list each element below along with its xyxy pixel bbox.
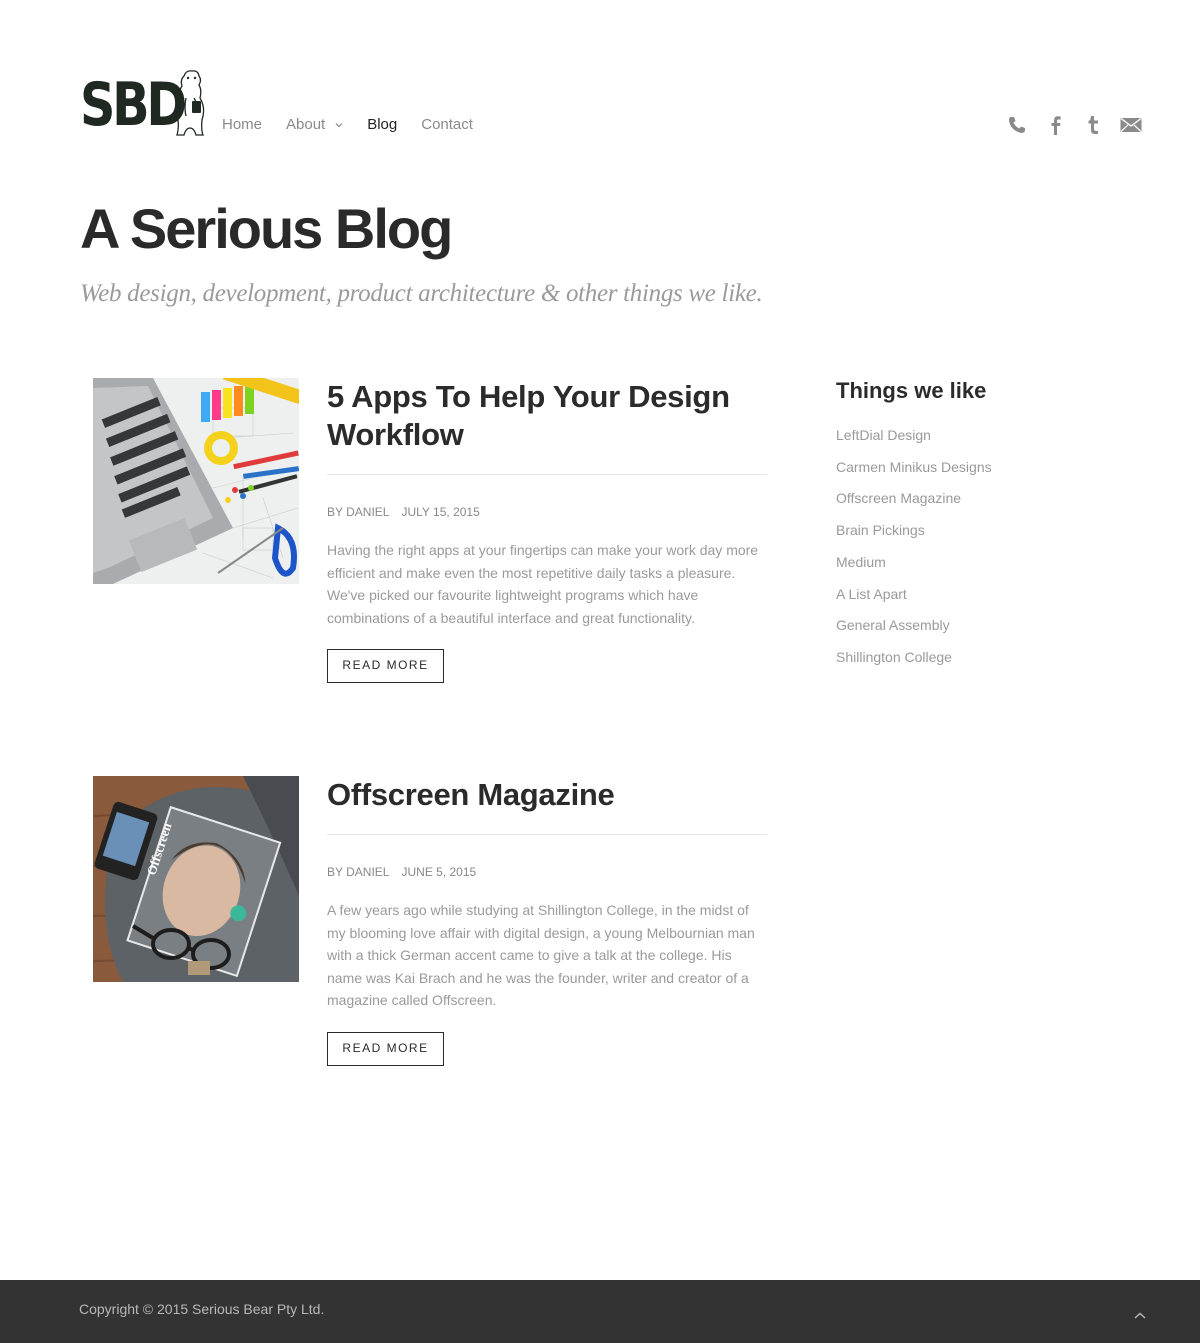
phone-icon[interactable]	[1006, 114, 1028, 136]
magazine-photo-image: Offscreen	[93, 776, 299, 982]
chevron-up-icon[interactable]	[1132, 1310, 1148, 1322]
sidebar-link[interactable]: Shillington College	[836, 642, 1086, 674]
site-logo[interactable]: SBD	[80, 68, 210, 138]
post-thumbnail[interactable]	[93, 378, 299, 584]
sidebar-link[interactable]: Medium	[836, 547, 1086, 579]
logo-text: SBD	[80, 70, 187, 140]
nav-blog[interactable]: Blog	[367, 116, 397, 133]
site-header: SBD Home About Blog Contact	[80, 68, 1142, 138]
post-author[interactable]: BY DANIEL	[327, 505, 389, 519]
nav-contact[interactable]: Contact	[421, 116, 473, 133]
sidebar-link[interactable]: LeftDial Design	[836, 420, 1086, 452]
post-meta: BY DANIEL JULY 15, 2015	[327, 505, 767, 519]
post-author[interactable]: BY DANIEL	[327, 865, 389, 879]
read-more-button[interactable]: READ MORE	[327, 1031, 444, 1066]
read-more-button[interactable]: READ MORE	[327, 649, 444, 683]
post-excerpt: A few years ago while studying at Shilli…	[327, 902, 755, 1008]
main-nav: Home About Blog Contact	[222, 116, 497, 133]
email-icon[interactable]	[1120, 114, 1142, 136]
post-content: Offscreen Magazine BY DANIEL JUNE 5, 201…	[327, 776, 767, 1066]
site-footer: Copyright © 2015 Serious Bear Pty Ltd.	[0, 1280, 1200, 1343]
post-thumbnail[interactable]: Offscreen	[93, 776, 299, 982]
desk-workspace-image	[93, 378, 299, 584]
post-title[interactable]: Offscreen Magazine	[327, 776, 767, 814]
post-title[interactable]: 5 Apps To Help Your Design Workflow	[327, 378, 767, 454]
nav-about[interactable]: About	[286, 116, 343, 133]
sidebar-link[interactable]: Carmen Minikus Designs	[836, 452, 1086, 484]
sidebar-title: Things we like	[836, 378, 987, 403]
divider	[327, 474, 767, 475]
post-date: JULY 15, 2015	[401, 505, 480, 519]
page-title: A Serious Blog	[80, 197, 453, 260]
post-meta: BY DANIEL JUNE 5, 2015	[327, 865, 767, 879]
sidebar-link[interactable]: Offscreen Magazine	[836, 483, 1086, 515]
social-links	[1006, 114, 1142, 136]
page-subtitle: Web design, development, product archite…	[80, 280, 763, 307]
divider	[327, 834, 767, 835]
nav-about-label: About	[286, 116, 326, 133]
bear-logo-icon	[175, 70, 205, 136]
facebook-icon[interactable]	[1044, 114, 1066, 136]
post-date: JUNE 5, 2015	[401, 865, 477, 879]
sidebar-link[interactable]: A List Apart	[836, 579, 1086, 611]
tumblr-icon[interactable]	[1082, 114, 1104, 136]
copyright-text: Copyright © 2015 Serious Bear Pty Ltd.	[79, 1301, 325, 1317]
post-content: 5 Apps To Help Your Design Workflow BY D…	[327, 378, 767, 683]
sidebar-link[interactable]: Brain Pickings	[836, 515, 1086, 547]
nav-home[interactable]: Home	[222, 116, 262, 133]
sidebar: Things we like LeftDial Design Carmen Mi…	[836, 378, 1086, 674]
sidebar-link[interactable]: General Assembly	[836, 610, 1086, 642]
post-excerpt: Having the right apps at your fingertips…	[327, 542, 759, 626]
chevron-down-icon	[335, 122, 343, 127]
